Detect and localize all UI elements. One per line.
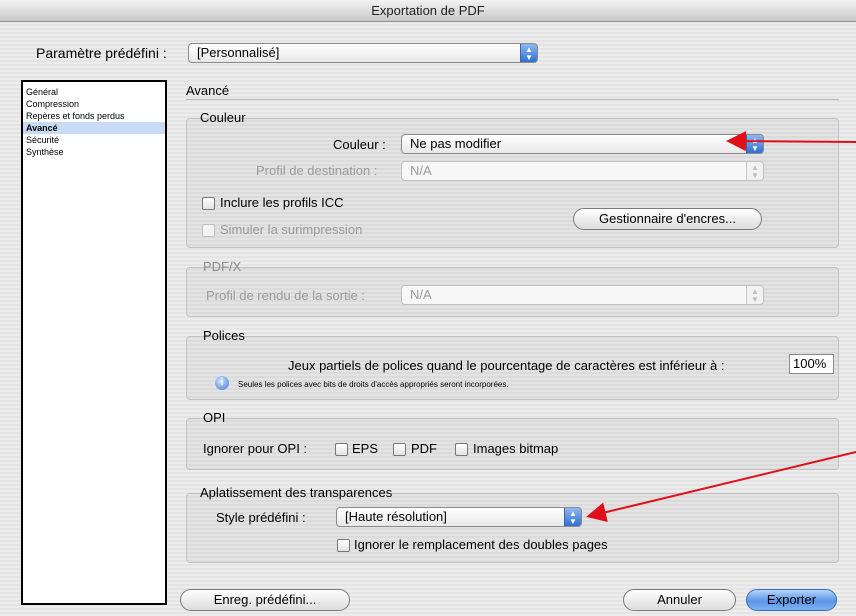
flattener-style-popup[interactable]: [Haute résolution] ▲ ▼	[336, 507, 582, 527]
popup-arrows-icon: ▲ ▼	[564, 508, 581, 526]
opi-eps-checkbox[interactable]	[335, 443, 348, 456]
simulate-overprint-checkbox[interactable]	[202, 224, 215, 237]
sidebar-item-summary[interactable]: Synthèse	[23, 146, 165, 158]
color-group-legend: Couleur	[200, 110, 246, 125]
window-title: Exportation de PDF	[371, 3, 485, 18]
destination-profile-value: N/A	[410, 163, 432, 178]
flattener-style-value: [Haute résolution]	[345, 509, 447, 524]
save-preset-button[interactable]: Enreg. prédéfini...	[180, 589, 350, 611]
sidebar-item-compression[interactable]: Compression	[23, 98, 165, 110]
color-popup[interactable]: Ne pas modifier ▲ ▼	[401, 134, 764, 154]
sidebar-item-marks-bleeds[interactable]: Repères et fonds perdus	[23, 110, 165, 122]
export-button[interactable]: Exporter	[746, 589, 837, 611]
panel-title: Avancé	[186, 83, 230, 98]
sidebar-item-security[interactable]: Sécurité	[23, 134, 165, 146]
ink-manager-button[interactable]: Gestionnaire d'encres...	[573, 208, 762, 230]
popup-arrows-icon: ▲ ▼	[746, 286, 763, 304]
sidebar-item-advanced[interactable]: Avancé	[23, 122, 165, 134]
opi-bitmap-label: Images bitmap	[473, 441, 559, 456]
destination-profile-popup[interactable]: N/A ▲ ▼	[401, 161, 764, 181]
popup-arrows-icon: ▲ ▼	[520, 44, 537, 62]
transparency-group-legend: Aplatissement des transparences	[200, 485, 393, 500]
color-label: Couleur :	[333, 137, 386, 152]
preset-value: [Personnalisé]	[197, 45, 280, 60]
opi-group-legend: OPI	[203, 410, 226, 425]
font-subset-input[interactable]: 100%	[789, 354, 834, 374]
opi-pdf-checkbox[interactable]	[393, 443, 406, 456]
opi-ignore-label: Ignorer pour OPI :	[203, 441, 308, 456]
cancel-button[interactable]: Annuler	[623, 589, 736, 611]
panel-title-divider	[186, 99, 839, 100]
output-intent-label: Profil de rendu de la sortie :	[206, 288, 365, 303]
include-icc-label: Inclure les profils ICC	[220, 195, 344, 210]
popup-arrows-icon: ▲ ▼	[746, 162, 763, 180]
fonts-group-legend: Polices	[203, 328, 245, 343]
pdfx-group-legend: PDF/X	[203, 259, 242, 274]
sidebar: Général Compression Repères et fonds per…	[21, 80, 167, 605]
ignore-spread-label: Ignorer le remplacement des doubles page…	[354, 537, 608, 552]
destination-profile-label: Profil de destination :	[256, 163, 378, 178]
window-titlebar: Exportation de PDF	[0, 0, 856, 22]
preset-popup[interactable]: [Personnalisé] ▲ ▼	[188, 43, 538, 63]
simulate-overprint-label: Simuler la surimpression	[220, 222, 363, 237]
transparency-group	[186, 493, 839, 563]
opi-pdf-label: PDF	[411, 441, 437, 456]
output-intent-value: N/A	[410, 287, 432, 302]
color-value: Ne pas modifier	[410, 136, 502, 151]
opi-eps-label: EPS	[352, 441, 379, 456]
ignore-spread-checkbox[interactable]	[337, 539, 350, 552]
preset-label: Paramètre prédéfini :	[36, 45, 167, 61]
include-icc-checkbox[interactable]	[202, 197, 215, 210]
opi-bitmap-checkbox[interactable]	[455, 443, 468, 456]
font-info-text: Seules les polices avec bits de droits d…	[238, 380, 509, 389]
info-icon: i	[215, 376, 229, 390]
sidebar-item-general[interactable]: Général	[23, 86, 165, 98]
popup-arrows-icon: ▲ ▼	[746, 135, 763, 153]
flattener-style-label: Style prédéfini :	[216, 510, 306, 525]
output-intent-popup[interactable]: N/A ▲ ▼	[401, 285, 764, 305]
font-subset-label: Jeux partiels de polices quand le pource…	[288, 358, 725, 373]
